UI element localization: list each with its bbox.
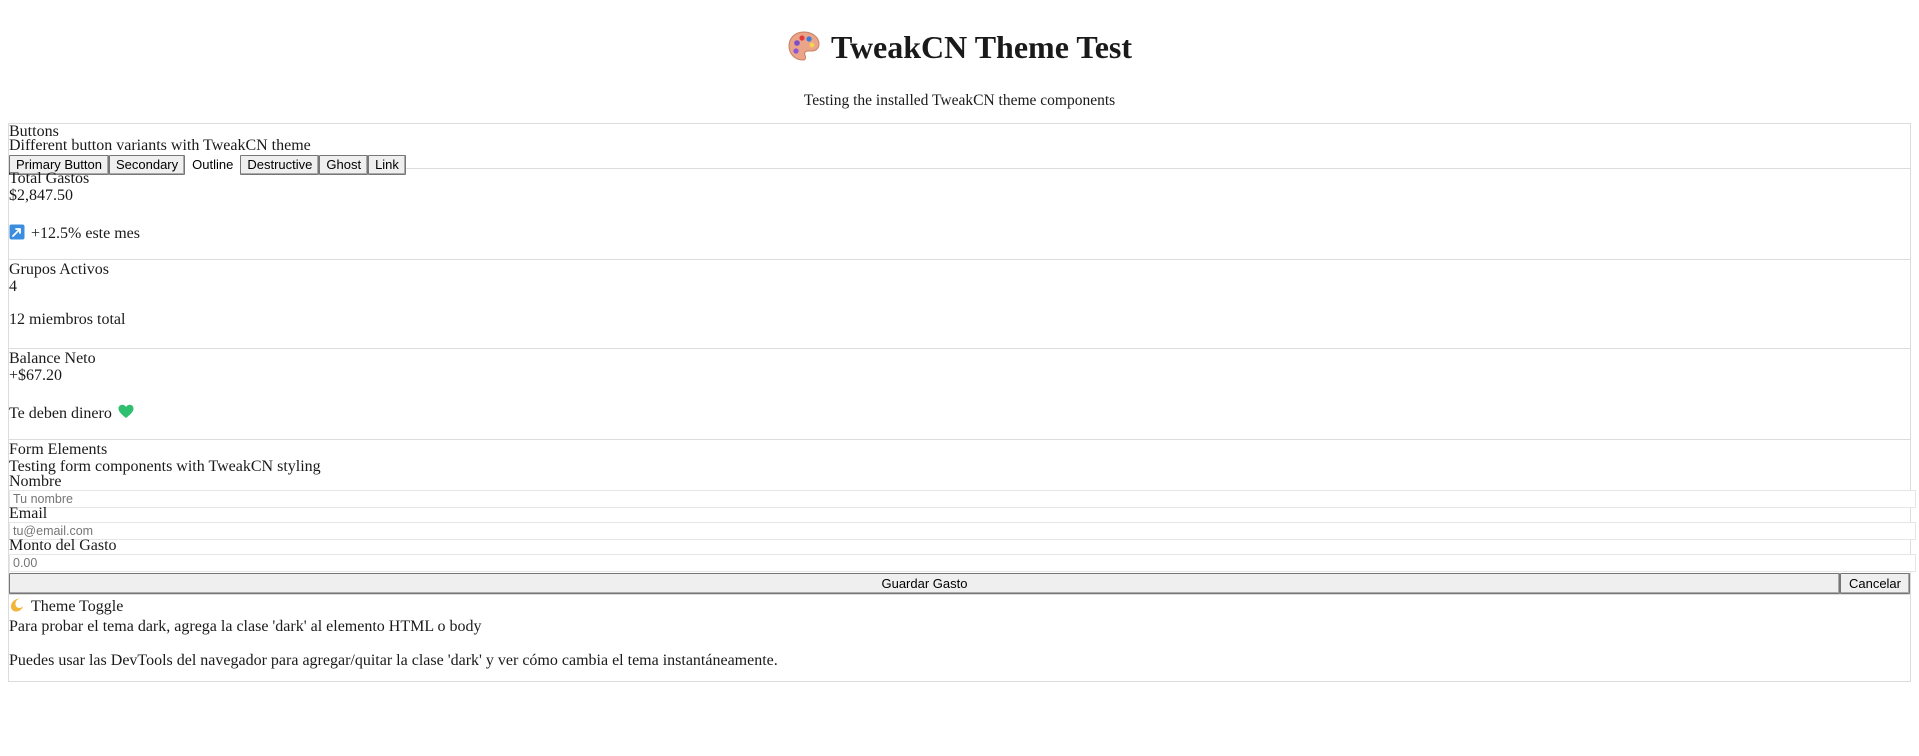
form-card-title: Form Elements	[9, 440, 108, 458]
grupos-activos-note-row: 12 miembros total	[9, 311, 1910, 329]
balance-neto-value: +$67.20	[9, 366, 63, 384]
form-card: Form Elements Testing form components wi…	[9, 440, 1916, 595]
crescent-moon-icon	[9, 597, 25, 618]
total-gastos-note: +12.5% este mes	[31, 225, 140, 243]
buttons-card-description: Different button variants with TweakCN t…	[9, 136, 311, 154]
email-label: Email	[9, 504, 48, 522]
cards-container: Buttons Different button variants with T…	[8, 122, 1916, 682]
green-heart-icon	[118, 404, 134, 424]
palette-icon	[787, 26, 821, 76]
outline-button[interactable]: Outline	[185, 154, 241, 175]
form-actions: Guardar Gasto Cancelar	[9, 572, 1910, 594]
total-gastos-card: Total Gastos $2,847.50 +12.5% este mes	[9, 169, 1910, 260]
amount-input[interactable]	[9, 553, 1916, 572]
grupos-activos-label: Grupos Activos	[9, 260, 109, 278]
link-button[interactable]: Link	[368, 154, 406, 175]
balance-neto-label: Balance Neto	[9, 349, 96, 367]
trend-up-icon	[9, 224, 25, 245]
page: TweakCN Theme Test Testing the installed…	[0, 0, 1919, 682]
theme-toggle-title-row: Theme Toggle	[9, 597, 1910, 618]
destructive-button[interactable]: Destructive	[240, 154, 320, 175]
balance-neto-card: Balance Neto +$67.20 Te deben dinero	[9, 349, 1910, 440]
total-gastos-value: $2,847.50	[9, 186, 73, 204]
theme-toggle-title: Theme Toggle	[31, 598, 124, 616]
balance-neto-note-row: Te deben dinero	[9, 404, 1910, 424]
total-gastos-trend: +12.5% este mes	[9, 224, 1910, 245]
theme-toggle-instruction: Para probar el tema dark, agrega la clas…	[9, 617, 482, 635]
cancel-button[interactable]: Cancelar	[1839, 572, 1910, 594]
secondary-button[interactable]: Secondary	[108, 154, 186, 175]
page-subtitle: Testing the installed TweakCN theme comp…	[803, 91, 1116, 109]
save-expense-button[interactable]: Guardar Gasto	[9, 572, 1840, 594]
balance-neto-note: Te deben dinero	[9, 404, 112, 422]
buttons-card: Buttons Different button variants with T…	[9, 123, 1910, 175]
amount-label: Monto del Gasto	[9, 536, 117, 554]
theme-toggle-card: Theme Toggle Para probar el tema dark, a…	[9, 595, 1910, 681]
page-title: TweakCN Theme Test	[8, 22, 1911, 76]
ghost-button[interactable]: Ghost	[319, 154, 369, 175]
grupos-activos-card: Grupos Activos 4 12 miembros total	[9, 260, 1910, 349]
grupos-activos-note: 12 miembros total	[9, 310, 126, 328]
page-title-text: TweakCN Theme Test	[830, 29, 1133, 65]
name-label: Nombre	[9, 472, 62, 490]
grupos-activos-value: 4	[9, 277, 17, 295]
theme-toggle-devtools-note: Puedes usar las DevTools del navegador p…	[9, 651, 778, 669]
